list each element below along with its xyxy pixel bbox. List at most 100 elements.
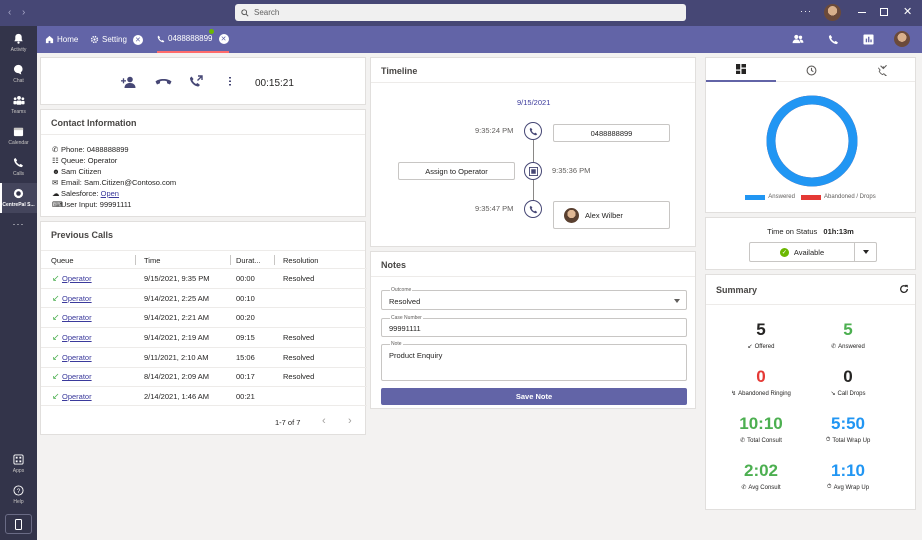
table-row[interactable]: ↙ Operator 9/14/2021, 2:19 AM 09:15 Resolved <box>41 327 367 347</box>
rail-label: Calendar <box>8 140 29 146</box>
save-note-button[interactable]: Save Note <box>381 388 687 405</box>
queue-link[interactable]: Operator <box>62 353 92 362</box>
people-icon[interactable] <box>792 34 804 44</box>
avatar[interactable] <box>894 31 910 47</box>
incoming-call-icon <box>524 122 542 140</box>
missed-calls-tab[interactable] <box>846 58 916 82</box>
salesforce-open-link[interactable]: Open <box>101 189 119 198</box>
call-duration: 00:00 <box>236 273 255 283</box>
centrepal-icon <box>12 187 25 200</box>
rail-help[interactable]: ? Help <box>0 480 37 510</box>
dropdown-arrow-icon[interactable] <box>863 250 869 254</box>
rail-calendar[interactable]: Calendar <box>0 121 37 151</box>
timeline-panel: Timeline 9/15/2021 9:35:24 PM 0488888899… <box>370 57 696 247</box>
transfer-call-icon[interactable] <box>189 75 203 88</box>
timeline-event-card: 0488888899 <box>553 124 670 142</box>
add-person-icon[interactable] <box>121 76 137 88</box>
event-time: 9:35:47 PM <box>475 204 514 213</box>
queue-link[interactable]: Operator <box>62 392 92 401</box>
stat-label: Call Drops <box>837 390 866 397</box>
tab-label: 0488888899 <box>168 34 213 43</box>
salesforce-icon: ☁ <box>52 189 60 198</box>
save-note-label: Save Note <box>515 392 553 401</box>
note-textarea[interactable]: Note Product Enquiry <box>381 341 687 381</box>
help-icon: ? <box>12 484 25 497</box>
close-tab-icon[interactable]: ✕ <box>218 33 229 44</box>
outcome-label: Outcome <box>390 287 413 293</box>
status-dropdown[interactable]: ✓ Available <box>749 242 877 262</box>
table-row[interactable]: ↙ Operator 8/14/2021, 2:09 AM 00:17 Resolved <box>41 366 367 387</box>
close-icon[interactable]: ✕ <box>903 5 912 18</box>
maximize-icon[interactable] <box>880 8 888 16</box>
tab-home[interactable]: Home <box>45 26 78 53</box>
rail-teams[interactable]: Teams <box>0 90 37 120</box>
table-row[interactable]: ↙ Operator 9/11/2021, 2:10 AM 15:06 Resolved <box>41 346 367 367</box>
notes-title: Notes <box>381 260 407 270</box>
tab-setting[interactable]: Setting ✕ <box>90 26 143 53</box>
contact-email-label: Email: <box>61 178 82 187</box>
back-icon[interactable]: ‹ <box>8 7 11 18</box>
phone-icon[interactable] <box>828 34 839 45</box>
outcome-select[interactable]: Outcome Resolved <box>381 287 687 310</box>
case-number-field[interactable]: Case Number 99991111 <box>381 315 687 337</box>
minimize-icon[interactable] <box>858 12 866 13</box>
previous-page-icon[interactable]: ‹ <box>322 415 326 427</box>
refresh-icon[interactable] <box>899 284 909 294</box>
column-header-queue[interactable]: Queue <box>51 251 74 269</box>
hang-up-icon[interactable] <box>155 78 172 86</box>
table-row[interactable]: ↙ Operator 9/14/2021, 2:21 AM 00:20 <box>41 307 367 327</box>
more-apps-icon[interactable]: ··· <box>0 219 37 229</box>
more-vertical-icon[interactable] <box>229 76 231 86</box>
dashboard-tab[interactable] <box>706 58 776 82</box>
rail-centrepal[interactable]: CentrePal S... <box>0 183 37 213</box>
column-header-resolution[interactable]: Resolution <box>283 251 318 269</box>
call-time: 9/14/2021, 2:25 AM <box>144 293 210 303</box>
close-tab-icon[interactable]: ✕ <box>132 34 143 45</box>
title-bar: ‹ › Search ··· ✕ <box>0 0 922 26</box>
rail-label: Apps <box>12 468 25 474</box>
event-time: 9:35:24 PM <box>475 126 514 135</box>
stat-value: 5:50 <box>830 414 866 433</box>
queue-link[interactable]: Operator <box>62 274 92 283</box>
call-controls-panel: 00:15:21 <box>40 57 366 105</box>
call-time: 9/11/2021, 2:10 AM <box>144 352 209 362</box>
column-header-duration[interactable]: Durat... <box>236 251 261 269</box>
chat-icon <box>12 63 25 76</box>
call-time: 9/14/2021, 2:19 AM <box>144 332 210 342</box>
phone-icon: ✆ <box>831 344 837 350</box>
panel-divider <box>706 304 915 305</box>
timeline-date: 9/15/2021 <box>517 98 551 107</box>
call-resolution: Resolved <box>283 273 315 283</box>
rail-label: Chat <box>13 78 24 84</box>
tab-active-call[interactable]: 0488888899 ✕ <box>157 26 229 53</box>
timeline-event-card: Assign to Operator <box>398 162 515 180</box>
dropdown-divider <box>854 243 855 261</box>
queue-link[interactable]: Operator <box>62 313 92 322</box>
next-page-icon[interactable]: › <box>348 415 352 427</box>
mobile-device-icon[interactable] <box>5 514 32 534</box>
table-row[interactable]: ↙ Operator 2/14/2021, 1:46 AM 00:21 <box>41 386 367 406</box>
search-box[interactable]: Search <box>235 4 686 21</box>
table-row[interactable]: ↙ Operator 9/15/2021, 9:35 PM 00:00 Resolved <box>41 268 367 288</box>
stat-label-row: ↘ Call Drops <box>803 390 893 398</box>
stat-label-row: ✆ Answered <box>803 343 893 351</box>
call-drop-icon: ↘ <box>830 391 836 397</box>
forward-icon[interactable]: › <box>22 7 25 18</box>
avatar[interactable] <box>824 4 841 21</box>
queue-link[interactable]: Operator <box>62 372 92 381</box>
column-header-time[interactable]: Time <box>144 251 160 269</box>
queue-link[interactable]: Operator <box>62 294 92 303</box>
main-content: 00:15:21 Contact Information ✆ Phone: 048… <box>37 53 922 540</box>
incoming-arrow-icon: ↙ <box>52 292 60 303</box>
rail-activity[interactable]: Activity <box>0 28 37 58</box>
queue-link[interactable]: Operator <box>62 333 92 342</box>
rail-calls[interactable]: Calls <box>0 152 37 182</box>
rail-apps[interactable]: Apps <box>0 449 37 479</box>
chart-icon[interactable] <box>863 34 874 45</box>
input-icon: ⌨ <box>52 200 63 209</box>
table-row[interactable]: ↙ Operator 9/14/2021, 2:25 AM 00:10 <box>41 287 367 308</box>
history-tab[interactable] <box>776 58 846 82</box>
rail-chat[interactable]: Chat <box>0 59 37 89</box>
note-value: Product Enquiry <box>389 351 443 360</box>
more-options-icon[interactable]: ··· <box>800 6 812 16</box>
